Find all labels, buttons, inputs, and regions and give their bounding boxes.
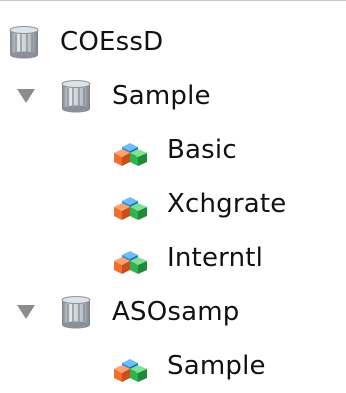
tree-item-interntl[interactable]: Interntl: [0, 231, 346, 285]
tree-item-label: ASOsamp: [112, 297, 240, 327]
tree-item-label: Basic: [167, 135, 237, 165]
tree-item-label: Sample: [112, 81, 211, 111]
disclosure-triangle-expanded-icon[interactable]: [16, 88, 36, 104]
tree-item-label: COEssD: [60, 27, 164, 57]
cube-database-icon: [114, 251, 147, 274]
cube-database-icon: [114, 197, 147, 220]
tree-item-asosamp-app[interactable]: ASOsamp: [0, 285, 346, 339]
tree-item-coessd[interactable]: COEssD: [0, 15, 346, 69]
database-application-icon: [61, 296, 91, 329]
tree-item-label: Xchgrate: [167, 189, 287, 219]
disclosure-triangle-expanded-icon[interactable]: [16, 304, 36, 320]
cube-database-icon: [114, 143, 147, 166]
tree-item-xchgrate[interactable]: Xchgrate: [0, 177, 346, 231]
tree-item-sample-db[interactable]: Sample: [0, 339, 346, 393]
database-server-icon: [9, 26, 39, 59]
database-application-icon: [61, 80, 91, 113]
tree-item-label: Sample: [167, 351, 266, 381]
tree-item-sample-app[interactable]: Sample: [0, 69, 346, 123]
outline-tree[interactable]: COEssD Sample Basic Xchgrate Interntl AS…: [0, 0, 346, 382]
tree-item-basic[interactable]: Basic: [0, 123, 346, 177]
cube-database-icon: [114, 359, 147, 382]
tree-item-label: Interntl: [167, 243, 264, 273]
